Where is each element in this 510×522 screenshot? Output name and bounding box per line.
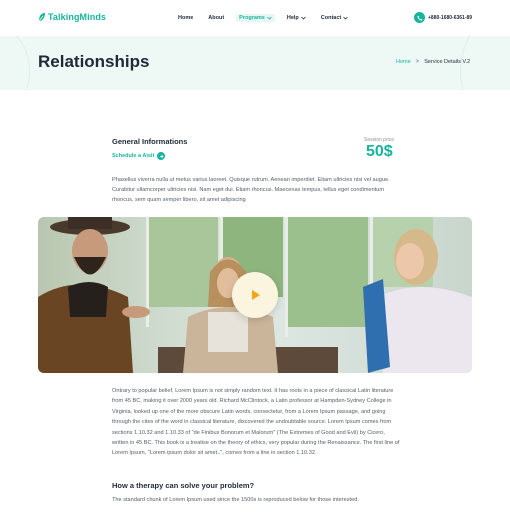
schedule-visit-label: Schedule a Aisit bbox=[112, 153, 155, 159]
breadcrumb-separator: > bbox=[415, 59, 420, 65]
section-paragraph: The standard chunk of Lorem Ipsum used s… bbox=[112, 497, 359, 503]
decorative-shape bbox=[0, 36, 30, 90]
nav-help[interactable]: Help bbox=[287, 14, 306, 22]
page-title: Relationships bbox=[38, 52, 150, 71]
nav-programs[interactable]: Programs bbox=[236, 14, 275, 22]
schedule-visit-link[interactable]: Schedule a Aisit bbox=[112, 152, 166, 160]
chevron-down-icon bbox=[343, 16, 349, 20]
nav-about-label: About bbox=[208, 15, 225, 21]
play-button[interactable] bbox=[232, 272, 278, 318]
arrow-right-icon bbox=[157, 152, 166, 160]
breadcrumb: Home > Service Details V.2 bbox=[396, 59, 470, 65]
nav-about[interactable]: About bbox=[208, 14, 224, 22]
nav-contact[interactable]: Contact bbox=[320, 14, 349, 22]
intro-paragraph: Phasellus viverra nulla ut metus varius … bbox=[112, 177, 390, 203]
chevron-down-icon bbox=[300, 16, 306, 20]
session-price-value: 50$ bbox=[366, 143, 393, 160]
top-navbar: TalkingMinds Home About Programs Help Co… bbox=[0, 0, 510, 36]
nav-home-label: Home bbox=[178, 15, 194, 21]
nav-help-label: Help bbox=[286, 15, 299, 21]
brand-name: TalkingMinds bbox=[48, 12, 107, 22]
play-icon bbox=[252, 290, 260, 300]
breadcrumb-current: Service Details V.2 bbox=[424, 59, 471, 65]
content-paragraph: Ontrary to popular belief, Lorem Ipsum i… bbox=[112, 388, 400, 457]
main-menu: Home About Programs Help Contact bbox=[178, 14, 363, 22]
nav-programs-label: Programs bbox=[239, 15, 265, 21]
phone-icon bbox=[414, 12, 425, 23]
phone-contact[interactable]: +880-1680-6361-89 bbox=[414, 12, 472, 23]
nav-home[interactable]: Home bbox=[178, 14, 193, 22]
phone-number: +880-1680-6361-89 bbox=[428, 14, 473, 21]
breadcrumb-home-link[interactable]: Home bbox=[396, 59, 411, 65]
leaf-icon bbox=[38, 13, 45, 22]
chevron-down-icon bbox=[267, 16, 272, 20]
brand-logo[interactable]: TalkingMinds bbox=[38, 12, 106, 22]
nav-contact-label: Contact bbox=[320, 15, 342, 21]
general-info-title: General Informations bbox=[112, 137, 188, 146]
section-title: How a therapy can solve your problem? bbox=[112, 481, 255, 490]
